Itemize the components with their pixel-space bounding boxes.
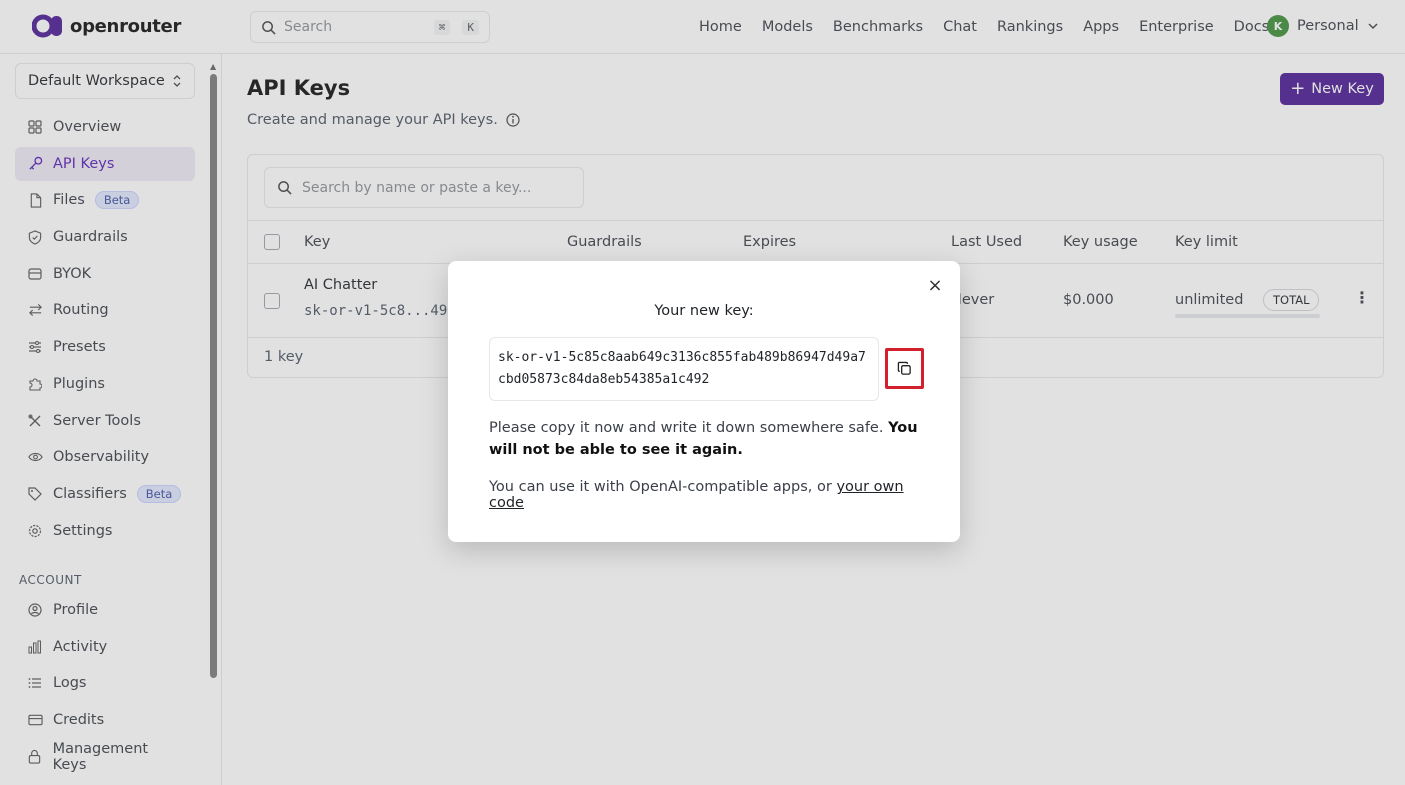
warning-text: Please copy it now and write it down som… (489, 420, 889, 436)
dialog-footer: You can use it with OpenAI-compatible ap… (489, 479, 919, 511)
copy-icon (897, 361, 911, 375)
new-key-value[interactable]: sk-or-v1-5c85c8aab649c3136c855fab489b869… (489, 337, 879, 401)
close-icon[interactable]: × (926, 275, 944, 296)
new-key-dialog: × Your new key: sk-or-v1-5c85c8aab649c31… (448, 261, 960, 542)
dialog-title: Your new key: (654, 303, 754, 319)
dialog-warning: Please copy it now and write it down som… (489, 417, 919, 461)
copy-key-button[interactable] (885, 348, 924, 389)
footer-text: You can use it with OpenAI-compatible ap… (489, 479, 837, 495)
